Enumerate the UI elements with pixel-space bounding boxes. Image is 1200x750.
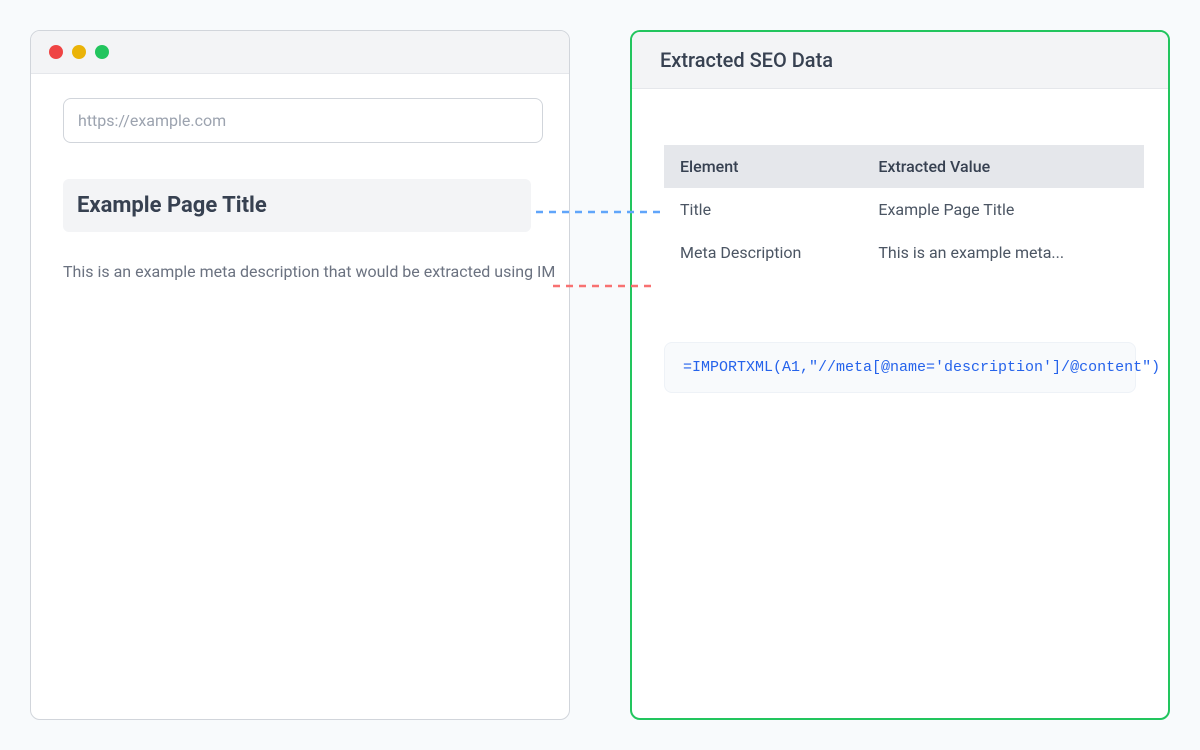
extracted-data-panel: Extracted SEO Data Element Extracted Val…	[630, 30, 1170, 720]
cell-element: Title	[664, 188, 862, 231]
browser-titlebar	[31, 31, 569, 74]
window-minimize-icon[interactable]	[72, 45, 86, 59]
url-input[interactable]: https://example.com	[63, 98, 543, 143]
table-header-row: Element Extracted Value	[664, 145, 1144, 188]
table-col-element: Element	[664, 145, 862, 188]
extracted-data-header: Extracted SEO Data	[632, 32, 1168, 89]
extracted-data-title: Extracted SEO Data	[660, 48, 1140, 72]
page-title: Example Page Title	[77, 193, 517, 218]
extracted-data-body: Element Extracted Value Title Example Pa…	[632, 89, 1168, 718]
browser-window: https://example.com Example Page Title T…	[30, 30, 570, 720]
browser-viewport: https://example.com Example Page Title T…	[31, 74, 569, 719]
cell-value: Example Page Title	[862, 188, 1144, 231]
table-col-value: Extracted Value	[862, 145, 1144, 188]
seo-table: Element Extracted Value Title Example Pa…	[664, 145, 1144, 274]
cell-element: Meta Description	[664, 231, 862, 274]
meta-description-text: This is an example meta description that…	[63, 260, 537, 284]
formula-code: =IMPORTXML(A1,"//meta[@name='description…	[664, 342, 1136, 393]
window-zoom-icon[interactable]	[95, 45, 109, 59]
table-row: Meta Description This is an example meta…	[664, 231, 1144, 274]
window-close-icon[interactable]	[49, 45, 63, 59]
table-row: Title Example Page Title	[664, 188, 1144, 231]
cell-value: This is an example meta...	[862, 231, 1144, 274]
page-title-block: Example Page Title	[63, 179, 531, 232]
